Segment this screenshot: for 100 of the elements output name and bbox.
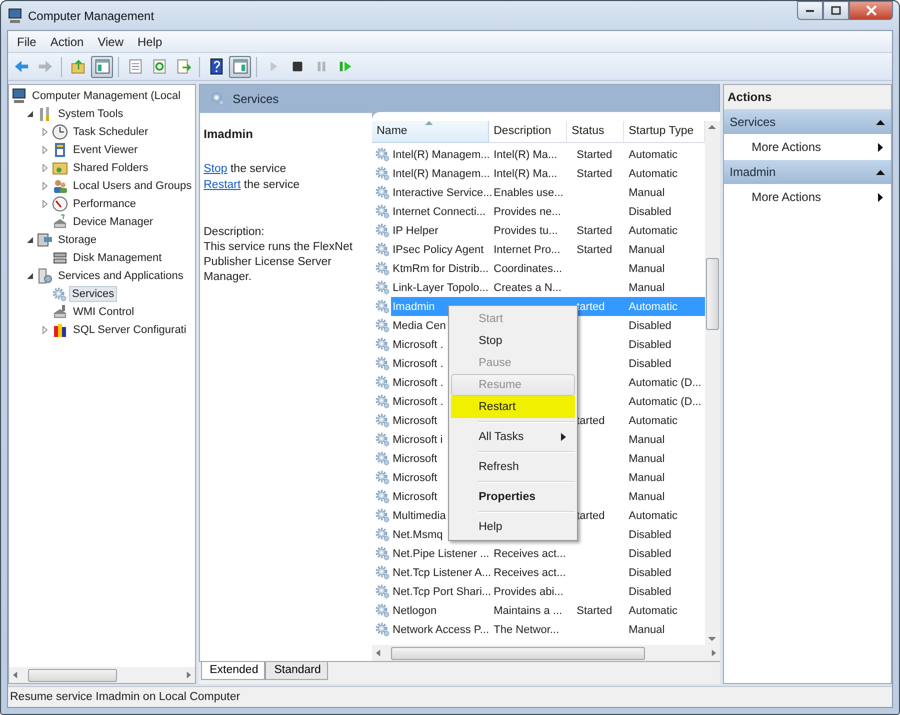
- menu-item[interactable]: Stop: [450, 330, 575, 352]
- table-cell[interactable]: Microsoft .: [392, 358, 444, 370]
- column-header[interactable]: Status: [566, 121, 624, 143]
- column-header[interactable]: Description: [488, 121, 567, 143]
- tree-item[interactable]: Local Users and Groups: [70, 178, 195, 194]
- toolbar-button[interactable]: [91, 56, 113, 78]
- scroll-right-icon[interactable]: [186, 671, 191, 679]
- tree-item[interactable]: System Tools: [55, 106, 126, 122]
- scroll-thumb[interactable]: [28, 668, 117, 682]
- menu-item[interactable]: All Tasks: [450, 426, 575, 448]
- tree-item[interactable]: Storage: [55, 232, 100, 248]
- tree-item[interactable]: Device Manager: [70, 214, 156, 230]
- table-cell: Provides tu...: [494, 224, 558, 236]
- table-cell[interactable]: Net.Tcp Listener A...: [392, 566, 492, 578]
- column-header[interactable]: Startup Type: [624, 121, 705, 143]
- table-cell: Receives act...: [494, 566, 566, 578]
- table-cell[interactable]: Microsoft .: [392, 396, 444, 408]
- expanded-arrow-icon[interactable]: [26, 236, 34, 244]
- action-link[interactable]: Restart: [204, 179, 241, 191]
- menu-item[interactable]: View: [90, 32, 130, 50]
- scroll-left-icon[interactable]: [13, 671, 18, 679]
- table-cell[interactable]: IP Helper: [392, 224, 438, 236]
- device-icon: [52, 214, 68, 230]
- table-cell[interactable]: Microsoft .: [392, 376, 444, 388]
- gear-icon: [374, 356, 390, 371]
- table-cell[interactable]: Net.Tcp Port Shari...: [392, 586, 492, 598]
- table-cell[interactable]: IPsec Policy Agent: [392, 244, 484, 256]
- tree-item[interactable]: Services: [69, 286, 118, 302]
- table-cell: Disabled: [628, 548, 672, 560]
- collapsed-arrow-icon[interactable]: [41, 200, 49, 208]
- document-icon: [126, 58, 144, 75]
- table-cell[interactable]: Net.Msmq: [392, 528, 443, 540]
- table-cell: Provides ne...: [494, 206, 561, 218]
- scroll-down-icon[interactable]: [708, 636, 716, 642]
- scroll-thumb[interactable]: [390, 646, 645, 660]
- vertical-scrollbar[interactable]: [704, 121, 720, 645]
- table-cell[interactable]: Interactive Service...: [392, 186, 492, 198]
- scroll-thumb[interactable]: [706, 258, 719, 330]
- column-header[interactable]: Name: [372, 121, 489, 143]
- table-cell[interactable]: Link-Layer Topolo...: [392, 282, 488, 294]
- table-cell[interactable]: Netlogon: [392, 604, 437, 616]
- table-cell[interactable]: Microsoft: [392, 490, 438, 502]
- table-cell[interactable]: Microsoft .: [392, 338, 444, 350]
- table-cell[interactable]: Microsoft: [392, 414, 438, 426]
- table-cell: Automatic: [628, 224, 678, 236]
- scroll-right-icon[interactable]: [710, 649, 716, 657]
- tools-icon: [52, 322, 68, 338]
- window-title: Computer Management: [28, 8, 154, 22]
- minimize-button[interactable]: [797, 1, 823, 20]
- scroll-left-icon[interactable]: [376, 649, 381, 657]
- menu-item[interactable]: Properties: [450, 486, 575, 508]
- table-cell[interactable]: Multimedia: [392, 510, 446, 522]
- table-cell[interactable]: KtmRm for Distrib...: [392, 262, 489, 274]
- action-item[interactable]: More Actions: [724, 184, 891, 210]
- pane-title: Services: [232, 92, 279, 106]
- table-cell[interactable]: Net.Pipe Listener ...: [392, 548, 490, 560]
- toolbar-button[interactable]: [229, 56, 251, 78]
- menu-item[interactable]: Refresh: [450, 456, 575, 478]
- menu-item[interactable]: File: [10, 32, 44, 50]
- tree-item[interactable]: Task Scheduler: [70, 124, 152, 140]
- table-cell[interactable]: Internet Connecti...: [392, 206, 486, 218]
- table-cell[interactable]: Microsoft: [392, 452, 438, 464]
- table-cell: Automatic: [628, 604, 678, 616]
- menu-item[interactable]: Action: [43, 32, 91, 50]
- section-header[interactable]: Services: [724, 110, 891, 134]
- horizontal-scrollbar[interactable]: [9, 667, 195, 683]
- close-button[interactable]: [849, 1, 893, 20]
- menu-item[interactable]: Help: [450, 516, 575, 538]
- tree-item[interactable]: Shared Folders: [70, 160, 152, 176]
- scroll-up-icon[interactable]: [708, 124, 716, 130]
- menu-item[interactable]: Restart: [450, 396, 575, 418]
- tree-item[interactable]: Disk Management: [70, 250, 165, 266]
- collapsed-arrow-icon[interactable]: [41, 128, 49, 136]
- tree-item[interactable]: Event Viewer: [70, 142, 141, 158]
- view-tab[interactable]: Extended: [200, 662, 266, 680]
- menu-item[interactable]: Help: [130, 32, 170, 50]
- action-item[interactable]: More Actions: [724, 134, 891, 160]
- maximize-button[interactable]: [823, 1, 849, 20]
- table-cell[interactable]: Microsoft: [392, 472, 438, 484]
- collapsed-arrow-icon[interactable]: [41, 326, 49, 334]
- view-tab[interactable]: Standard: [265, 662, 328, 680]
- action-line: Stop the service: [204, 162, 288, 177]
- tree-item[interactable]: Performance: [70, 196, 139, 212]
- tree-item[interactable]: WMI Control: [70, 304, 138, 320]
- collapsed-arrow-icon[interactable]: [41, 182, 49, 190]
- expanded-arrow-icon[interactable]: [26, 110, 34, 118]
- table-cell[interactable]: Media Cen: [392, 320, 446, 332]
- table-cell[interactable]: Intel(R) Managem...: [392, 148, 490, 160]
- table-cell[interactable]: Microsoft i: [392, 434, 443, 446]
- table-cell[interactable]: Intel(R) Managem...: [392, 168, 490, 180]
- action-link[interactable]: Stop: [204, 163, 228, 175]
- expanded-arrow-icon[interactable]: [26, 272, 34, 280]
- section-header[interactable]: Imadmin: [724, 160, 891, 184]
- horizontal-scrollbar[interactable]: [372, 645, 720, 661]
- collapsed-arrow-icon[interactable]: [41, 164, 49, 172]
- collapsed-arrow-icon[interactable]: [41, 146, 49, 154]
- tree-item[interactable]: Services and Applications: [55, 268, 186, 284]
- tree-item[interactable]: SQL Server Configurati: [70, 322, 190, 338]
- table-cell[interactable]: Network Access P...: [392, 624, 490, 636]
- tree-item[interactable]: Computer Management (Local: [29, 88, 184, 104]
